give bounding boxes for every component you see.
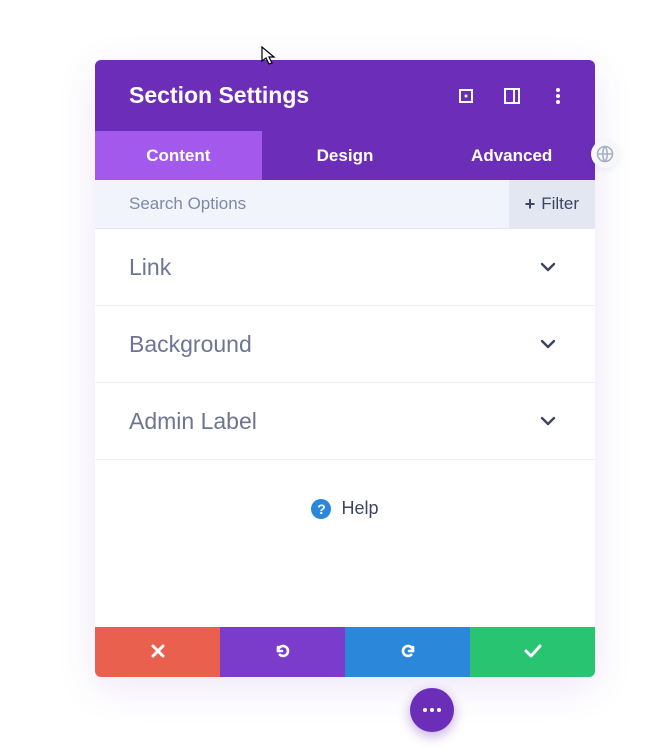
check-icon	[524, 644, 542, 661]
section-settings-modal: Section Settings Cont	[95, 60, 595, 677]
panel-title: Admin Label	[129, 408, 539, 435]
search-row: + Filter	[95, 180, 595, 229]
tab-bar: Content Design Advanced	[95, 131, 595, 180]
header-actions	[457, 87, 567, 105]
redo-button[interactable]	[345, 627, 470, 677]
save-button[interactable]	[470, 627, 595, 677]
snap-panel-icon[interactable]	[503, 87, 521, 105]
ellipsis-icon	[423, 708, 441, 712]
panel-admin-label: Admin Label	[95, 383, 595, 460]
tab-label: Content	[146, 146, 210, 166]
panel-header-admin-label[interactable]: Admin Label	[95, 383, 595, 459]
panel-header-background[interactable]: Background	[95, 306, 595, 382]
more-options-icon[interactable]	[549, 87, 567, 105]
chevron-down-icon	[539, 415, 557, 427]
panel-title: Link	[129, 254, 539, 281]
cancel-button[interactable]	[95, 627, 220, 677]
close-icon	[150, 643, 166, 662]
help-label: Help	[341, 498, 378, 519]
redo-icon	[399, 642, 417, 663]
modal-footer	[95, 627, 595, 677]
floating-action-button[interactable]	[410, 688, 454, 732]
globe-icon[interactable]	[591, 140, 619, 168]
panel-header-link[interactable]: Link	[95, 229, 595, 305]
undo-button[interactable]	[220, 627, 345, 677]
chevron-down-icon	[539, 261, 557, 273]
tab-content[interactable]: Content	[95, 131, 262, 180]
modal-header: Section Settings	[95, 60, 595, 131]
tab-design[interactable]: Design	[262, 131, 429, 180]
panel-background: Background	[95, 306, 595, 383]
plus-icon: +	[525, 195, 536, 213]
filter-button[interactable]: + Filter	[509, 180, 595, 228]
tab-label: Design	[317, 146, 374, 166]
tab-advanced[interactable]: Advanced	[428, 131, 595, 180]
chevron-down-icon	[539, 338, 557, 350]
undo-icon	[274, 642, 292, 663]
help-icon: ?	[311, 499, 331, 519]
help-button[interactable]: ? Help	[95, 460, 595, 627]
modal-title: Section Settings	[129, 82, 457, 109]
filter-label: Filter	[541, 194, 579, 214]
expand-icon[interactable]	[457, 87, 475, 105]
panel-link: Link	[95, 229, 595, 306]
tab-label: Advanced	[471, 146, 552, 166]
search-input[interactable]	[95, 180, 509, 228]
panel-title: Background	[129, 331, 539, 358]
